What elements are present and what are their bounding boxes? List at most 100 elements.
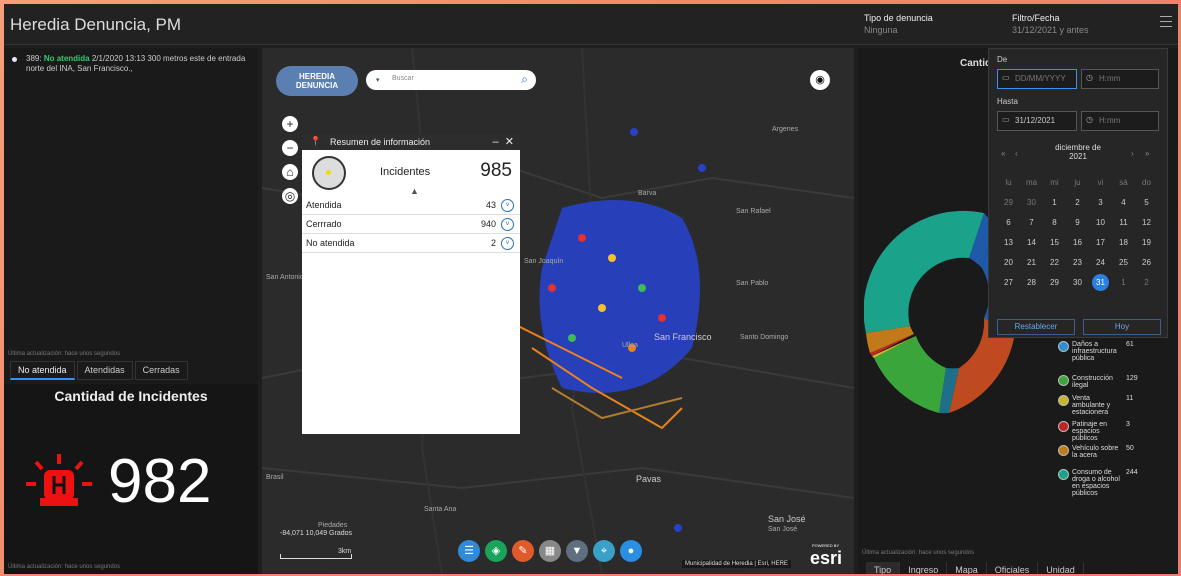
calendar-day[interactable]: 4 — [1112, 193, 1135, 213]
menu-icon[interactable] — [1160, 16, 1172, 31]
hasta-label: Hasta — [997, 97, 1018, 106]
chevron-down-icon[interactable]: ˅ — [501, 218, 514, 231]
weekday-label: mi — [1050, 178, 1059, 187]
calendar-day[interactable]: 30 — [1020, 193, 1043, 213]
calendar-day[interactable]: 1 — [1112, 273, 1135, 293]
calendar-day[interactable]: 16 — [1066, 233, 1089, 253]
calendar-day[interactable]: 26 — [1135, 253, 1158, 273]
calendar-day[interactable]: 2 — [1066, 193, 1089, 213]
zoom-out-icon[interactable]: − — [282, 140, 298, 156]
layers-icon[interactable]: ◈ — [485, 540, 507, 562]
calendar-day[interactable]: 18 — [1112, 233, 1135, 253]
calendar-day[interactable]: 1 — [1043, 193, 1066, 213]
calendar-day[interactable]: 12 — [1135, 213, 1158, 233]
place-label: San José — [768, 514, 806, 524]
chevron-down-icon[interactable]: ˅ — [501, 237, 514, 250]
calendar-day[interactable]: 25 — [1112, 253, 1135, 273]
status-tabs: No atendida Atendidas Cerradas — [10, 361, 190, 380]
calendar-day[interactable]: 31 — [1089, 273, 1112, 293]
location-icon[interactable]: ⌖ — [593, 540, 615, 562]
tipo-denuncia-filter[interactable]: Tipo de denuncia Ninguna — [864, 12, 933, 36]
popup-controls[interactable]: – ✕ — [493, 135, 514, 148]
hide-layer-icon[interactable]: ◉ — [810, 70, 830, 90]
tipo-denuncia-value: Ninguna — [864, 25, 898, 35]
hasta-time-input[interactable]: ◷ H:mm — [1081, 111, 1159, 131]
pin-icon[interactable]: ● — [620, 540, 642, 562]
calendar-day[interactable]: 2 — [1135, 273, 1158, 293]
tab-unidad[interactable]: Unidad — [1038, 562, 1084, 574]
collapse-icon[interactable]: ▲ — [410, 186, 419, 196]
calendar-day[interactable]: 5 — [1135, 193, 1158, 213]
reset-button[interactable]: Restablecer — [997, 319, 1075, 335]
search-icon[interactable]: ⌕ — [521, 72, 528, 87]
tab-ingreso[interactable]: Ingreso — [900, 562, 948, 574]
tab-oficiales[interactable]: Oficiales — [987, 562, 1039, 574]
calendar-day[interactable]: 11 — [1112, 213, 1135, 233]
calendar-day[interactable]: 22 — [1043, 253, 1066, 273]
next-month-icon[interactable]: › — [1131, 149, 1134, 158]
status-row[interactable]: No atendida 2 ˅ — [302, 234, 520, 253]
calendar-day[interactable]: 24 — [1089, 253, 1112, 273]
calendar-day[interactable]: 13 — [997, 233, 1020, 253]
calendar-day[interactable]: 21 — [1020, 253, 1043, 273]
zoom-in-icon[interactable]: + — [282, 116, 298, 132]
esri-logo: POWERED BY esri — [810, 543, 843, 568]
calendar-day[interactable]: 15 — [1043, 233, 1066, 253]
tab-atendidas[interactable]: Atendidas — [76, 361, 133, 380]
status-row[interactable]: Cerrrado 940 ˅ — [302, 215, 520, 234]
calendar-day[interactable]: 19 — [1135, 233, 1158, 253]
calendar-day[interactable]: 29 — [997, 193, 1020, 213]
place-label: Argenes — [772, 126, 799, 133]
place-label: San Antonio — [266, 274, 304, 281]
calendar-day[interactable]: 17 — [1089, 233, 1112, 253]
de-time-input[interactable]: ◷ H:mm — [1081, 69, 1159, 89]
calendar-day[interactable]: 20 — [997, 253, 1020, 273]
tab-tipo[interactable]: Tipo — [866, 562, 901, 574]
chart-last-update: Última actualización: hace unos segundos — [862, 550, 975, 556]
place-label: Barva — [638, 190, 657, 197]
de-date-input[interactable]: ▭ DD/MM/YYYY — [997, 69, 1077, 89]
tab-no-atendida[interactable]: No atendida — [10, 361, 75, 380]
calendar-day[interactable]: 6 — [997, 213, 1020, 233]
calendar-day[interactable]: 28 — [1020, 273, 1043, 293]
calendar-day[interactable]: 14 — [1020, 233, 1043, 253]
legend-swatch-icon — [1058, 421, 1069, 432]
list-icon[interactable]: ☰ — [458, 540, 480, 562]
tab-cerradas[interactable]: Cerradas — [134, 361, 188, 380]
calendar-day[interactable]: 7 — [1020, 213, 1043, 233]
calendar-day[interactable]: 23 — [1066, 253, 1089, 273]
status-row[interactable]: Atendida 43 ˅ — [302, 196, 520, 215]
calendar-day[interactable]: 29 — [1043, 273, 1066, 293]
filtro-fecha-filter[interactable]: Filtro/Fecha 31/12/2021 y antes — [1012, 12, 1089, 36]
draw-icon[interactable]: ✎ — [512, 540, 534, 562]
weekday-label: ma — [1025, 178, 1038, 187]
place-label: Pavas — [636, 474, 662, 484]
map-view[interactable]: HEREDIA DENUNCIA ▾ Buscar ⌕ ◉ + − ⌂ ◎ Bar… — [262, 48, 854, 574]
calendar-day[interactable]: 9 — [1066, 213, 1089, 233]
search-input[interactable]: ▾ Buscar ⌕ — [366, 70, 536, 90]
place-label: Santo Domingo — [740, 334, 789, 341]
place-label: Ulloa — [622, 342, 638, 349]
tab-mapa[interactable]: Mapa — [947, 562, 987, 574]
locate-icon[interactable]: ◎ — [282, 188, 298, 204]
home-icon[interactable]: ⌂ — [282, 164, 298, 180]
calendar-day[interactable]: 8 — [1043, 213, 1066, 233]
filter-icon[interactable]: ▼ — [566, 540, 588, 562]
calendar-day[interactable]: 10 — [1089, 213, 1112, 233]
heredia-denuncia-logo: HEREDIA DENUNCIA — [276, 66, 358, 96]
weekday-label: ju — [1074, 178, 1081, 187]
calendar-day[interactable]: 3 — [1089, 193, 1112, 213]
calendar-day[interactable]: 27 — [997, 273, 1020, 293]
today-button[interactable]: Hoy — [1083, 319, 1161, 335]
grid-icon[interactable]: ▦ — [539, 540, 561, 562]
last-update-text: Última actualización: hace unos segundos — [8, 351, 121, 357]
count-title: Cantidad de Incidentes — [54, 388, 208, 404]
next-year-icon[interactable]: » — [1145, 149, 1149, 158]
list-item-id: 389: — [26, 54, 42, 63]
scale-label: 3km — [338, 548, 352, 555]
chevron-down-icon[interactable]: ˅ — [501, 199, 514, 212]
list-item[interactable]: 389: No atendida 2/1/2020 13:13 300 metr… — [12, 54, 252, 74]
calendar-day[interactable]: 30 — [1066, 273, 1089, 293]
chevron-down-icon[interactable]: ▾ — [376, 76, 380, 84]
hasta-date-input[interactable]: ▭ 31/12/2021 — [997, 111, 1077, 131]
